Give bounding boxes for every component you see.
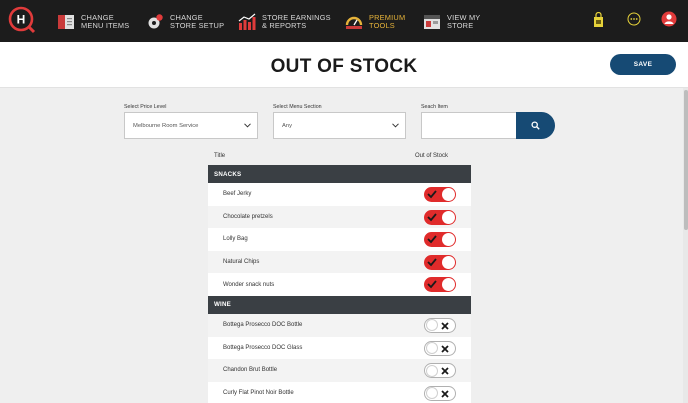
table-row: Curly Flat Pinot Noir Bottle	[208, 381, 471, 403]
section-header-wine: WINE	[208, 295, 471, 314]
column-header-out-of-stock: Out of Stock	[415, 153, 449, 159]
price-level-select[interactable]: Melbourne Room Service	[124, 112, 258, 139]
nav-label: VIEW MY STORE	[447, 13, 481, 30]
table-row: Bottega Prosecco DOC Glass	[208, 336, 471, 360]
store-setup-gear-icon	[148, 14, 163, 29]
checkmark-icon	[427, 280, 437, 289]
nav-label: CHANGE MENU ITEMS	[81, 13, 130, 30]
nav-view-my-store[interactable]: VIEW MY STORE	[423, 10, 480, 34]
top-navigation-bar: H CHANGE MENU ITEMS CHANGE STORE SETUP S…	[0, 0, 688, 42]
table-row: Wonder snack nuts	[208, 273, 471, 296]
toggle-knob	[442, 255, 455, 269]
nav-label: STORE EARNINGS & REPORTS	[262, 13, 331, 30]
out-of-stock-toggle[interactable]	[424, 385, 456, 401]
section-header-snacks: SNACKS	[208, 165, 471, 183]
item-title: Natural Chips	[223, 259, 260, 266]
checkmark-icon	[427, 235, 437, 244]
out-of-stock-toggle[interactable]	[424, 317, 456, 333]
item-title: Chandon Brut Bottle	[223, 367, 278, 374]
checkmark-icon	[427, 213, 437, 221]
toggle-knob	[426, 319, 438, 332]
hq-logo-icon[interactable]: H	[8, 6, 36, 34]
out-of-stock-table: SNACKS Beef Jerky Chocolate pretzels Lol…	[208, 165, 471, 403]
menu-section-select[interactable]: Any	[273, 112, 406, 139]
item-title: Curly Flat Pinot Noir Bottle	[223, 390, 294, 397]
item-title: Chocolate pretzels	[223, 213, 273, 220]
out-of-stock-toggle[interactable]	[424, 340, 456, 356]
toggle-knob	[442, 188, 455, 201]
out-of-stock-toggle[interactable]	[424, 187, 456, 202]
search-button[interactable]	[516, 112, 555, 139]
toggle-knob	[426, 364, 438, 377]
close-x-icon	[441, 344, 449, 353]
store-bag-icon[interactable]	[593, 12, 604, 28]
nav-change-store-setup[interactable]: CHANGE STORE SETUP	[146, 10, 224, 34]
checkmark-icon	[427, 258, 437, 267]
close-x-icon	[441, 390, 449, 398]
menu-items-icon	[58, 15, 74, 29]
item-title: Bottega Prosecco DOC Glass	[223, 344, 303, 351]
nav-premium-tools[interactable]: PREMIUM TOOLS	[345, 10, 405, 34]
toggle-knob	[442, 278, 455, 292]
nav-change-menu-items[interactable]: CHANGE MENU ITEMS	[57, 10, 129, 34]
nav-label: CHANGE STORE SETUP	[170, 13, 225, 30]
item-title: Lolly Bag	[223, 236, 248, 243]
search-item-label: Seach Item	[421, 104, 448, 110]
table-row: Bottega Prosecco DOC Bottle	[208, 313, 471, 337]
user-profile-icon[interactable]	[661, 11, 677, 27]
table-row: Chocolate pretzels	[208, 205, 471, 229]
nav-label: PREMIUM TOOLS	[369, 13, 406, 30]
premium-gauge-icon	[345, 16, 363, 29]
item-title: Wonder snack nuts	[223, 281, 275, 288]
search-input[interactable]	[421, 112, 517, 139]
table-row: Beef Jerky	[208, 183, 471, 206]
toggle-knob	[442, 210, 455, 224]
scrollbar-thumb[interactable]	[683, 90, 688, 230]
chevron-down-icon	[244, 123, 251, 128]
column-header-title: Title	[214, 153, 226, 159]
toggle-knob	[426, 387, 438, 400]
out-of-stock-toggle[interactable]	[424, 277, 456, 293]
page-header: OUT OF STOCK SAVE	[0, 42, 688, 88]
checkmark-icon	[427, 190, 437, 199]
out-of-stock-toggle[interactable]	[424, 209, 456, 225]
toggle-knob	[442, 233, 455, 247]
table-row: Lolly Bag	[208, 228, 471, 251]
table-row: Chandon Brut Bottle	[208, 359, 471, 382]
table-row: Natural Chips	[208, 250, 471, 274]
price-level-label: Select Price Level	[124, 104, 167, 110]
price-level-value: Melbourne Room Service	[133, 122, 199, 129]
bar-chart-icon	[238, 13, 256, 30]
search-icon	[531, 121, 540, 130]
toggle-knob	[426, 342, 438, 355]
menu-section-value: Any	[282, 122, 292, 129]
page-scrollbar[interactable]	[683, 88, 688, 403]
out-of-stock-toggle[interactable]	[424, 363, 456, 379]
item-title: Beef Jerky	[223, 191, 252, 198]
svg-text:H: H	[17, 13, 26, 27]
item-title: Bottega Prosecco DOC Bottle	[223, 322, 303, 329]
save-button[interactable]: SAVE	[610, 54, 676, 75]
page-title: OUT OF STOCK	[270, 56, 418, 77]
close-x-icon	[441, 367, 449, 375]
out-of-stock-toggle[interactable]	[424, 254, 456, 270]
nav-store-earnings-reports[interactable]: STORE EARNINGS & REPORTS	[238, 10, 331, 34]
storefront-icon	[424, 15, 440, 29]
more-options-icon[interactable]	[627, 12, 641, 26]
menu-section-label: Select Menu Section	[273, 104, 322, 110]
chevron-down-icon	[392, 123, 399, 128]
close-x-icon	[441, 322, 449, 330]
out-of-stock-toggle[interactable]	[424, 232, 456, 248]
